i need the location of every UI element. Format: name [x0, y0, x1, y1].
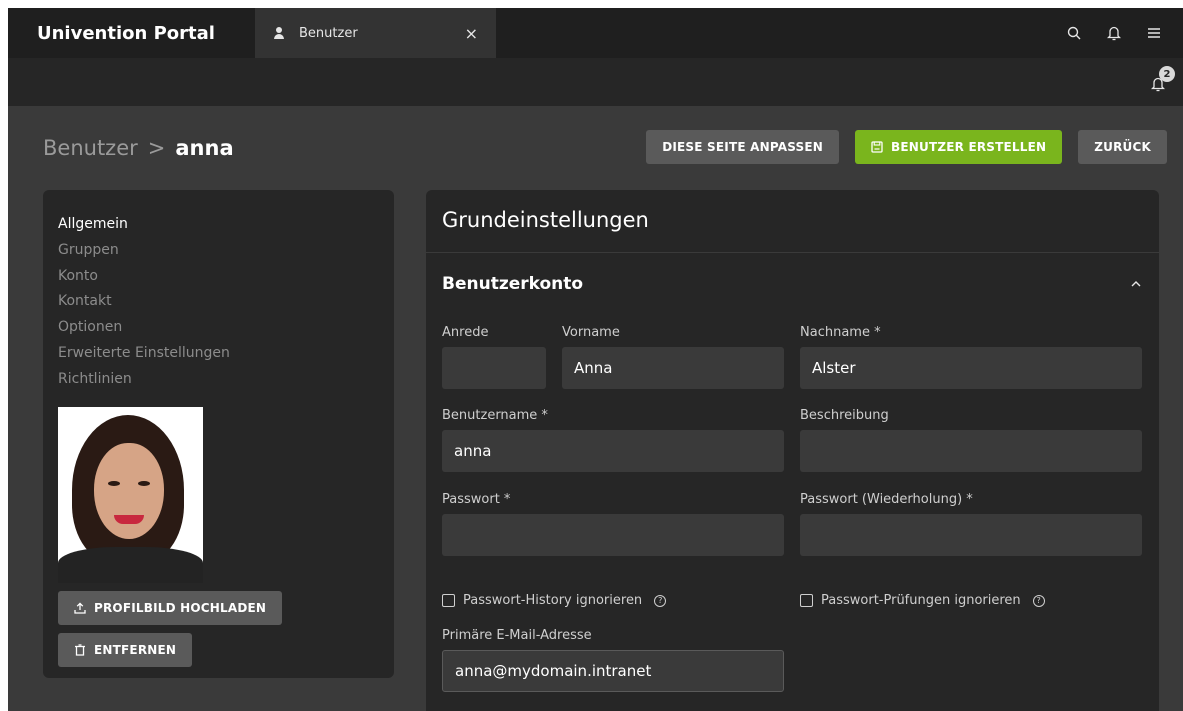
upload-icon	[74, 602, 86, 614]
notifications-button[interactable]: 2	[1149, 66, 1175, 94]
passwort-pruefungen-label: Passwort-Prüfungen ignorieren	[821, 593, 1021, 608]
passwort-pruefungen-checkbox[interactable]	[800, 594, 813, 607]
close-tab-icon[interactable]: ×	[465, 24, 478, 43]
customize-page-button[interactable]: DIESE SEITE ANPASSEN	[646, 130, 840, 164]
trash-icon	[75, 643, 85, 656]
top-bar-icons	[1065, 24, 1183, 42]
help-icon[interactable]: ?	[1032, 594, 1045, 607]
nav-item-richtlinien[interactable]: Richtlinien	[58, 367, 379, 393]
help-icon[interactable]: ?	[654, 594, 667, 607]
nachname-input[interactable]	[800, 347, 1142, 389]
page-actions: DIESE SEITE ANPASSEN BENUTZER ERSTELLEN …	[646, 130, 1167, 164]
form-panel: Grundeinstellungen Benutzerkonto Anrede …	[426, 190, 1159, 711]
beschreibung-input[interactable]	[800, 430, 1142, 472]
passwort-history-checkbox-row: Passwort-History ignorieren ?	[442, 593, 667, 608]
anrede-input[interactable]	[442, 347, 546, 389]
notification-bar: 2	[8, 58, 1183, 106]
upload-photo-button[interactable]: PROFILBILD HOCHLADEN	[58, 590, 283, 625]
vorname-label: Vorname	[562, 325, 620, 340]
email-input[interactable]	[442, 650, 784, 692]
create-user-button[interactable]: BENUTZER ERSTELLEN	[855, 130, 1063, 164]
passwort-input[interactable]	[442, 514, 784, 556]
email-label: Primäre E-Mail-Adresse	[442, 628, 592, 643]
nav-item-gruppen[interactable]: Gruppen	[58, 238, 379, 264]
back-button[interactable]: ZURÜCK	[1078, 130, 1167, 164]
save-icon	[871, 141, 883, 153]
left-navigation-panel: Allgemein Gruppen Konto Kontakt Optionen…	[43, 190, 394, 678]
vorname-input[interactable]	[562, 347, 784, 389]
search-icon[interactable]	[1065, 24, 1083, 42]
passwort-history-label: Passwort-History ignorieren	[463, 593, 643, 608]
nav-item-optionen[interactable]: Optionen	[58, 315, 379, 341]
portal-brand[interactable]: Univention Portal	[8, 23, 255, 44]
form-title: Grundeinstellungen	[426, 190, 1159, 253]
nachname-label: Nachname *	[800, 325, 881, 340]
menu-icon[interactable]	[1145, 24, 1163, 42]
section-title: Benutzerkonto	[442, 274, 584, 294]
passwort-pruefungen-checkbox-row: Passwort-Prüfungen ignorieren ?	[800, 593, 1045, 608]
tab-label: Benutzer	[299, 25, 358, 41]
app-window: Univention Portal Benutzer × 2 Benutzer …	[8, 8, 1183, 711]
breadcrumb: Benutzer > anna	[43, 136, 234, 160]
beschreibung-label: Beschreibung	[800, 408, 889, 423]
breadcrumb-current: anna	[175, 136, 234, 160]
section-header-benutzerkonto[interactable]: Benutzerkonto	[426, 253, 1159, 315]
create-user-label: BENUTZER ERSTELLEN	[891, 140, 1047, 154]
bell-icon[interactable]	[1105, 24, 1123, 42]
top-bar: Univention Portal Benutzer ×	[8, 8, 1183, 58]
remove-photo-button[interactable]: ENTFERNEN	[58, 632, 193, 667]
passwort-wiederholung-label: Passwort (Wiederholung) *	[800, 492, 973, 507]
anrede-label: Anrede	[442, 325, 489, 340]
username-label: Benutzername *	[442, 408, 548, 423]
chevron-up-icon[interactable]	[1131, 278, 1143, 290]
nav-item-allgemein[interactable]: Allgemein	[58, 212, 379, 238]
passwort-history-checkbox[interactable]	[442, 594, 455, 607]
nav-item-konto[interactable]: Konto	[58, 264, 379, 290]
nav-item-erweiterte-einstellungen[interactable]: Erweiterte Einstellungen	[58, 341, 379, 367]
passwort-label: Passwort *	[442, 492, 511, 507]
profile-photo	[58, 406, 203, 583]
remove-photo-label: ENTFERNEN	[94, 642, 177, 657]
breadcrumb-separator: >	[147, 136, 166, 160]
section-nav: Allgemein Gruppen Konto Kontakt Optionen…	[58, 212, 379, 393]
breadcrumb-parent[interactable]: Benutzer	[43, 136, 138, 160]
user-icon	[273, 27, 285, 39]
passwort-wiederholung-input[interactable]	[800, 514, 1142, 556]
username-input[interactable]	[442, 430, 784, 472]
nav-item-kontakt[interactable]: Kontakt	[58, 289, 379, 315]
notification-count-badge: 2	[1159, 66, 1175, 82]
tab-benutzer[interactable]: Benutzer ×	[255, 8, 496, 58]
upload-photo-label: PROFILBILD HOCHLADEN	[94, 600, 267, 615]
